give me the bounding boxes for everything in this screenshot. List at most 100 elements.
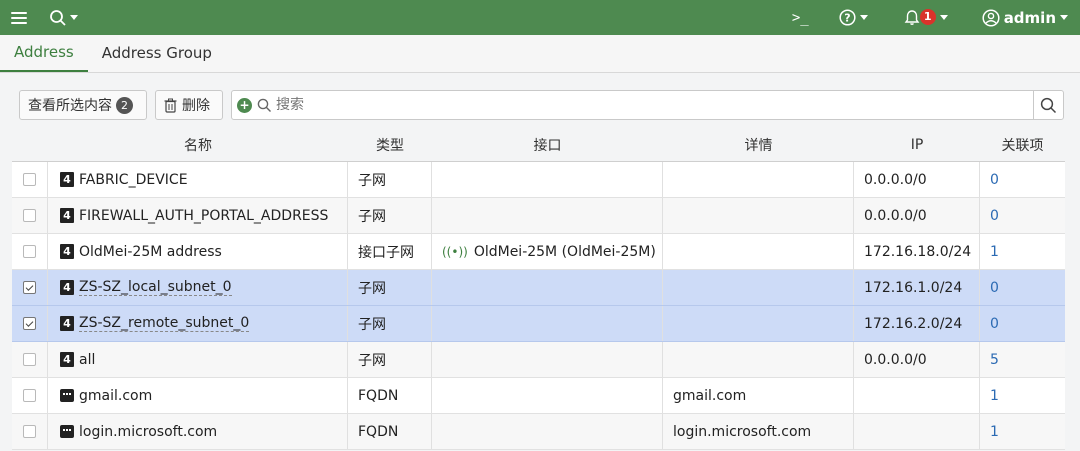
address-ip: 0.0.0.0/0 [854, 162, 980, 197]
tab-address[interactable]: Address [0, 34, 88, 72]
user-menu[interactable]: admin [982, 9, 1068, 27]
row-checkbox[interactable] [23, 389, 36, 402]
address-type: 子网 [348, 270, 432, 305]
address-name: ZS-SZ_remote_subnet_0 [79, 315, 250, 332]
delete-label: 删除 [182, 98, 210, 114]
username: admin [1003, 8, 1056, 27]
column-header-name[interactable]: 名称 [48, 131, 348, 159]
address-refs-link[interactable]: 1 [980, 378, 1065, 413]
address-details [663, 198, 854, 233]
address-type: 接口子网 [348, 234, 432, 269]
address-refs-link[interactable]: 5 [980, 342, 1065, 377]
search-submit-button[interactable] [1033, 91, 1063, 119]
address-ip [854, 378, 980, 413]
search-icon [50, 9, 66, 26]
table-row[interactable]: gmail.com FQDN gmail.com 1 [12, 378, 1065, 414]
address-ip: 172.16.1.0/24 [854, 270, 980, 305]
address-refs-link[interactable]: 0 [980, 198, 1065, 233]
address-details [663, 342, 854, 377]
search-input[interactable] [276, 91, 1033, 119]
address-name: FABRIC_DEVICE [79, 171, 188, 188]
delete-button[interactable]: 删除 [155, 90, 223, 120]
toolbar: 查看所选内容 2 删除 + [19, 89, 1064, 121]
column-header-interface[interactable]: 接口 [432, 131, 663, 159]
menu-icon[interactable] [11, 11, 27, 24]
address-refs-link[interactable]: 0 [980, 162, 1065, 197]
column-header-type[interactable]: 类型 [348, 131, 432, 159]
row-checkbox[interactable] [23, 209, 36, 222]
cli-console-button[interactable]: >_ [792, 10, 809, 26]
search-bar: + [231, 90, 1064, 120]
row-checkbox[interactable] [23, 245, 36, 258]
tab-address-group[interactable]: Address Group [88, 34, 226, 72]
table-row[interactable]: 4 OldMei-25M address 接口子网 ((•)) OldMei-25M… [12, 234, 1065, 270]
row-checkbox[interactable] [23, 173, 36, 186]
user-icon [982, 8, 1000, 27]
address-interface [432, 306, 663, 341]
address-type: 子网 [348, 342, 432, 377]
row-checkbox[interactable] [23, 317, 36, 330]
tab-bar: Address Address Group [0, 35, 1080, 73]
address-icon: 4 [60, 244, 74, 259]
column-header-details[interactable]: 详情 [663, 131, 854, 159]
address-name: ZS-SZ_local_subnet_0 [79, 279, 232, 296]
column-header-refs[interactable]: 关联项 [980, 131, 1065, 159]
address-interface [432, 162, 663, 197]
table-row[interactable]: 4 all 子网 0.0.0.0/0 5 [12, 342, 1065, 378]
address-icon: 4 [60, 352, 74, 367]
trash-icon [164, 98, 177, 113]
chevron-down-icon [859, 15, 868, 20]
table-row[interactable]: 4 ZS-SZ_local_subnet_0 子网 172.16.1.0/24 0 [12, 270, 1065, 306]
address-icon: 4 [60, 316, 74, 331]
address-ip: 172.16.2.0/24 [854, 306, 980, 341]
address-ip: 0.0.0.0/0 [854, 198, 980, 233]
address-interface [432, 414, 663, 449]
notifications-button[interactable]: 1 [904, 8, 948, 26]
address-type: 子网 [348, 198, 432, 233]
address-details [663, 270, 854, 305]
global-search-button[interactable] [49, 9, 78, 27]
interface-icon: ((•)) [442, 244, 468, 259]
address-name: OldMei-25M address [79, 243, 222, 260]
table-row[interactable]: login.microsoft.com FQDN login.microsoft… [12, 414, 1065, 450]
address-details: gmail.com [663, 378, 854, 413]
table-row[interactable]: 4 ZS-SZ_remote_subnet_0 子网 172.16.2.0/24 … [12, 306, 1065, 342]
address-refs-link[interactable]: 1 [980, 234, 1065, 269]
address-type: FQDN [348, 414, 432, 449]
address-details: login.microsoft.com [663, 414, 854, 449]
address-interface: OldMei-25M (OldMei-25M) [473, 243, 656, 260]
search-icon [1040, 97, 1057, 113]
view-selected-button[interactable]: 查看所选内容 2 [19, 90, 147, 120]
address-interface [432, 198, 663, 233]
address-refs-link[interactable]: 0 [980, 270, 1065, 305]
address-ip [854, 414, 980, 449]
address-icon: 4 [60, 172, 74, 187]
address-refs-link[interactable]: 1 [980, 414, 1065, 449]
add-filter-icon[interactable]: + [237, 97, 252, 113]
header-checkbox-spacer [12, 131, 48, 159]
address-refs-link[interactable]: 0 [980, 306, 1065, 341]
selected-count-badge: 2 [116, 96, 133, 114]
table-row[interactable]: 4 FIREWALL_AUTH_PORTAL_ADDRESS 子网 0.0.0.0… [12, 198, 1065, 234]
help-button[interactable]: ? [839, 9, 868, 26]
svg-text:?: ? [844, 12, 850, 25]
column-header-ip[interactable]: IP [854, 131, 980, 159]
address-type: 子网 [348, 162, 432, 197]
address-type: FQDN [348, 378, 432, 413]
chevron-down-icon [1060, 15, 1068, 20]
row-checkbox[interactable] [23, 425, 36, 438]
row-checkbox[interactable] [23, 281, 36, 294]
help-icon: ? [839, 9, 856, 26]
notification-count-badge: 1 [919, 8, 936, 25]
address-details [663, 234, 854, 269]
bell-icon [904, 10, 920, 25]
view-selected-label: 查看所选内容 [28, 98, 112, 114]
address-interface [432, 378, 663, 413]
address-icon: 4 [60, 208, 74, 223]
row-checkbox[interactable] [23, 353, 36, 366]
table-row[interactable]: 4 FABRIC_DEVICE 子网 0.0.0.0/0 0 [12, 162, 1065, 198]
address-table: 4 FABRIC_DEVICE 子网 0.0.0.0/0 0 4 FIREWALL_… [12, 161, 1065, 450]
fqdn-icon [60, 389, 74, 402]
fqdn-icon [60, 425, 74, 438]
address-name: login.microsoft.com [79, 423, 218, 440]
